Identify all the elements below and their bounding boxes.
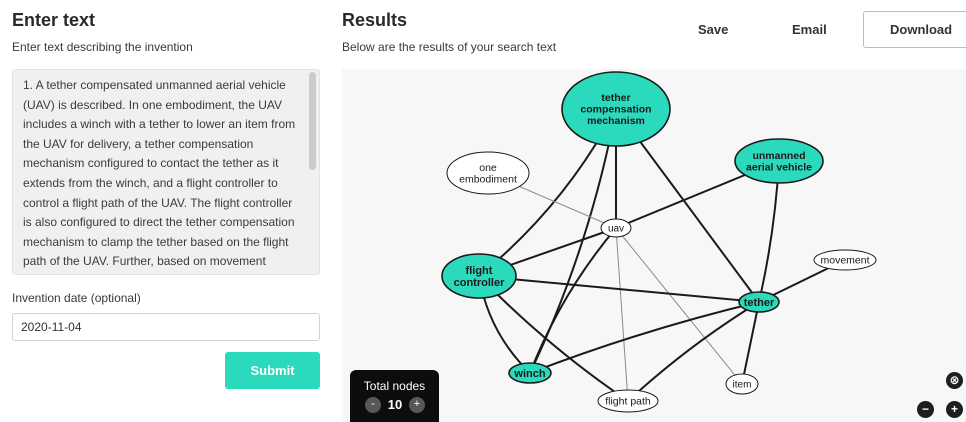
graph-node-item[interactable]: item	[725, 373, 759, 395]
download-button[interactable]: Download	[863, 11, 966, 48]
graph-node-label: winch	[513, 368, 545, 380]
graph-node-winch[interactable]: winch	[508, 362, 552, 384]
graph-node-label: item	[733, 380, 752, 391]
zoom-out-button[interactable]: −	[917, 401, 934, 418]
graph-edge-uav-winch	[529, 227, 617, 374]
save-button[interactable]: Save	[698, 22, 728, 37]
graph-node-label: movement	[820, 255, 869, 267]
graph-node-label: embodiment	[459, 173, 517, 185]
results-heading: Results	[342, 10, 408, 30]
total-nodes-label: Total nodes	[363, 379, 426, 393]
total-nodes-count: 10	[387, 397, 403, 412]
decrease-nodes-button[interactable]: -	[365, 397, 381, 413]
graph-nodes[interactable]: tethercompensationmechanismunmannedaeria…	[441, 71, 877, 413]
graph-node-label: mechanism	[587, 115, 645, 127]
graph-edge-uav-item	[615, 227, 743, 385]
enter-text-heading: Enter text	[12, 10, 96, 30]
graph-node-tether[interactable]: tether	[738, 291, 780, 313]
graph-edge-fc-tether	[478, 275, 760, 303]
graph-node-uav_full[interactable]: unmannedaerial vehicle	[734, 138, 824, 184]
results-description: Below are the results of your search tex…	[342, 40, 557, 54]
graph-node-tcm[interactable]: tethercompensationmechanism	[561, 71, 671, 147]
graph-node-fc[interactable]: flightcontroller	[441, 253, 517, 299]
total-nodes-panel: Total nodes - 10 +	[350, 370, 439, 422]
graph-node-label: flight path	[605, 396, 651, 408]
graph-canvas[interactable]: tethercompensationmechanismunmannedaeria…	[342, 69, 966, 422]
graph-node-label: flight	[466, 265, 493, 277]
graph-node-label: aerial vehicle	[746, 161, 812, 173]
graph-edge-uav-fp	[615, 227, 629, 402]
invention-text-content: 1. A tether compensated unmanned aerial …	[23, 78, 296, 274]
graph-node-label: tether	[601, 92, 630, 104]
graph-node-label: tether	[744, 297, 775, 309]
graph-node-uav[interactable]: uav	[600, 218, 632, 238]
invention-date-input[interactable]	[12, 313, 320, 341]
invention-text-area[interactable]: 1. A tether compensated unmanned aerial …	[12, 69, 320, 275]
graph-node-label: uav	[608, 224, 624, 235]
results-graph[interactable]: tether compensation mechanism unmanned aeria…	[342, 69, 966, 422]
graph-node-label: compensation	[580, 104, 651, 116]
enter-text-description: Enter text describing the invention	[12, 40, 193, 54]
email-button[interactable]: Email	[792, 22, 827, 37]
graph-node-one_emb[interactable]: oneembodiment	[446, 151, 530, 195]
graph-edge-tcm-winch	[529, 108, 617, 374]
graph-node-label: one	[479, 162, 497, 174]
zoom-in-button[interactable]: +	[946, 401, 963, 418]
graph-node-label: unmanned	[752, 150, 805, 162]
reset-zoom-icon[interactable]: ⊗	[946, 372, 963, 389]
invention-date-label: Invention date (optional)	[12, 291, 141, 305]
graph-edge-tether-item	[741, 301, 760, 385]
graph-node-movement[interactable]: movement	[813, 249, 877, 271]
graph-node-fp[interactable]: flight path	[597, 389, 659, 413]
increase-nodes-button[interactable]: +	[409, 397, 425, 413]
submit-button[interactable]: Submit	[225, 352, 320, 389]
graph-node-label: controller	[454, 277, 505, 289]
text-area-scrollbar[interactable]	[309, 72, 316, 170]
